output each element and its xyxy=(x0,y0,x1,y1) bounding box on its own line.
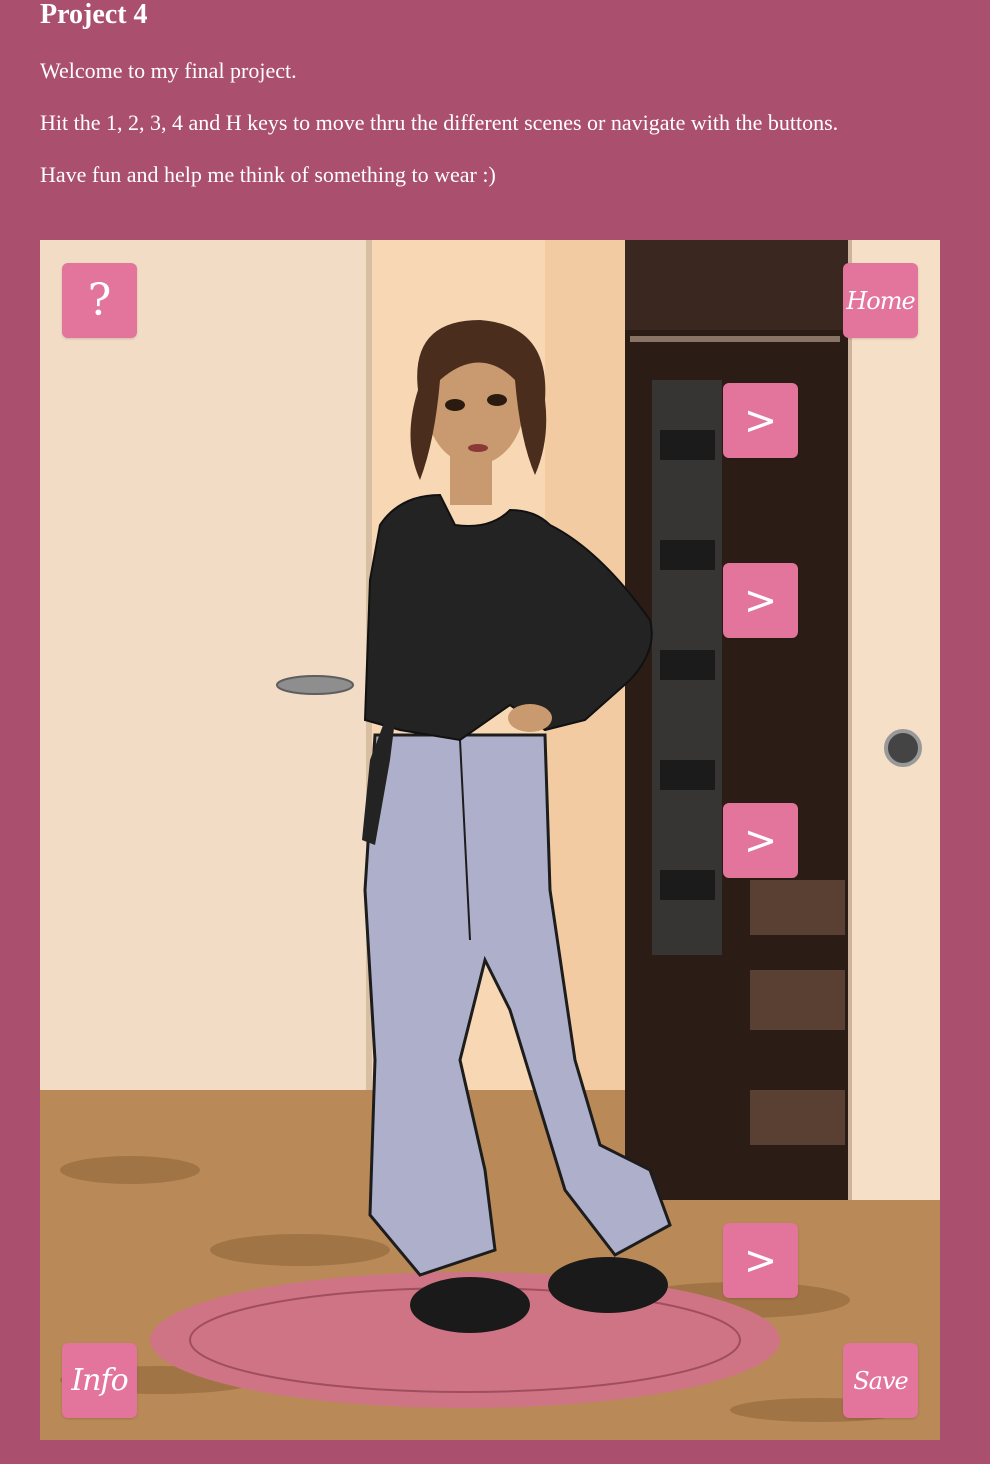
dressup-canvas[interactable]: ? Home > > > > Info Save xyxy=(40,240,940,1440)
save-button[interactable]: Save xyxy=(843,1343,918,1418)
next-arrow-icon: > xyxy=(743,577,778,624)
door-handle xyxy=(276,675,354,695)
next-bottom-button[interactable]: > xyxy=(723,803,798,878)
save-button-label: Save xyxy=(853,1366,909,1395)
next-arrow-icon: > xyxy=(743,397,778,444)
page-title: Project 4 xyxy=(40,0,148,30)
intro-closing-text: Have fun and help me think of something … xyxy=(40,162,496,187)
help-button[interactable]: ? xyxy=(62,263,137,338)
next-top-button[interactable]: > xyxy=(723,563,798,638)
next-arrow-icon: > xyxy=(743,817,778,864)
closet-knob xyxy=(884,729,922,767)
intro-instructions-text: Hit the 1, 2, 3, 4 and H keys to move th… xyxy=(40,110,839,135)
home-button[interactable]: Home xyxy=(843,263,918,338)
info-button-label: Info xyxy=(71,1363,128,1398)
next-arrow-icon: > xyxy=(743,1237,778,1284)
info-button[interactable]: Info xyxy=(62,1343,137,1418)
bedroom-scene xyxy=(40,240,940,1440)
next-hair-button[interactable]: > xyxy=(723,383,798,458)
home-button-label: Home xyxy=(846,286,915,315)
next-shoes-button[interactable]: > xyxy=(723,1223,798,1298)
intro-welcome-text: Welcome to my final project. xyxy=(40,58,297,83)
question-icon: ? xyxy=(87,275,112,326)
